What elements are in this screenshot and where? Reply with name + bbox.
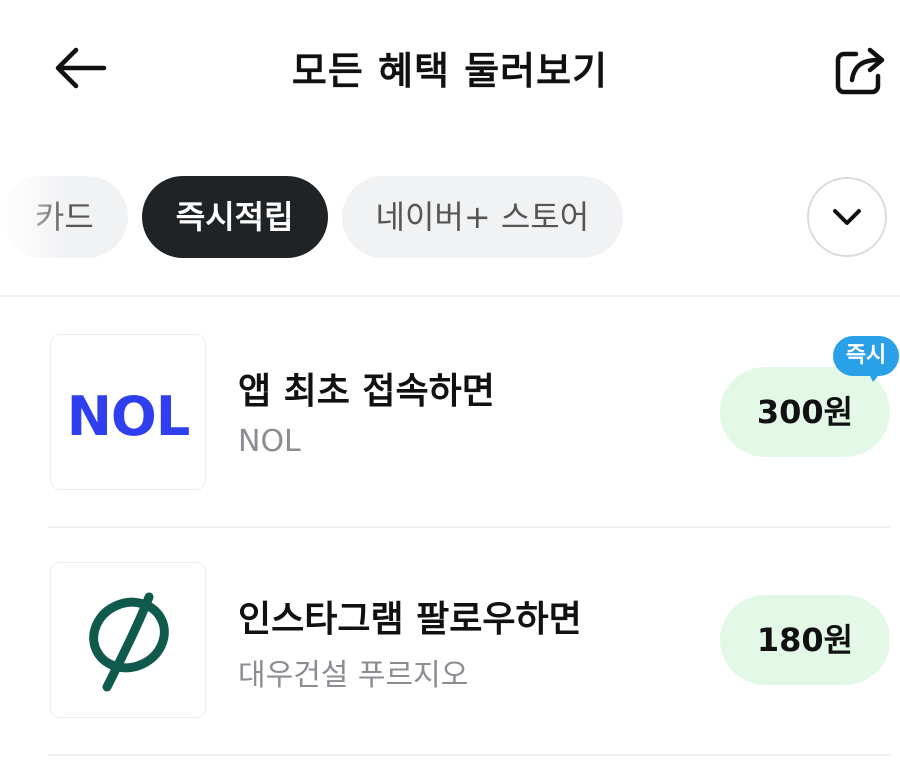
category-filter-bar: 전체 카드 즉시적립 네이버+ 스토어 [0,172,900,264]
benefit-brand: 대우건설 푸르지오 [238,658,469,693]
benefit-list-item[interactable]: NOL 앱 최초 접속하면 NOL 300원 즉시 [0,300,900,500]
reward-amount-button[interactable]: 180원 [720,595,890,685]
benefit-title: 앱 최초 접속하면 [238,371,495,412]
expand-categories-button[interactable] [807,177,887,257]
brand-logo-nol: NOL [50,334,206,490]
header: 모든 혜택 둘러보기 [0,0,900,140]
instant-badge: 즉시 [833,336,899,384]
divider [0,295,900,297]
badge-tail [867,370,883,382]
instant-badge-label: 즉시 [833,336,899,376]
scroll-fade-right [690,172,770,264]
divider [48,754,890,756]
brand-logo-prugio [50,562,206,718]
share-button[interactable] [826,36,894,104]
benefit-title: 인스타그램 팔로우하면 [238,599,582,640]
benefit-brand: NOL [238,424,301,459]
chevron-down-icon [833,209,861,225]
nol-logo-text: NOL [66,385,191,448]
page-title: 모든 혜택 둘러보기 [291,49,609,93]
benefit-list-item[interactable]: 인스타그램 팔로우하면 대우건설 푸르지오 180원 [0,528,900,728]
category-chips-scroller[interactable]: 전체 카드 즉시적립 네이버+ 스토어 [0,172,770,264]
prugio-logo-icon [89,592,169,692]
chip-instant-reward[interactable]: 즉시적립 [141,176,328,258]
chip-card[interactable]: 카드 [0,176,128,258]
share-icon [835,47,885,95]
chip-naver-plus-store[interactable]: 네이버+ 스토어 [341,176,624,258]
